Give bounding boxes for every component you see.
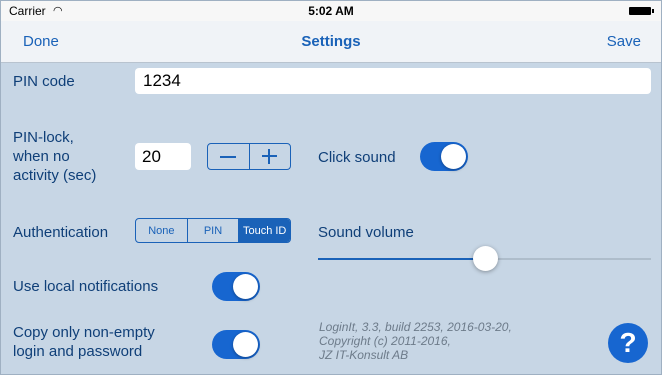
- pin-lock-label-line: activity (sec): [13, 167, 97, 184]
- app-info-line: JZ IT-Konsult AB: [319, 348, 409, 362]
- click-sound-toggle[interactable]: [420, 142, 468, 171]
- copy-nonempty-toggle[interactable]: [212, 330, 260, 359]
- settings-screen: Carrier ◠ 5:02 AM Done Settings Save PIN…: [0, 0, 662, 375]
- copy-nonempty-label-line: Copy only non-empty: [13, 324, 155, 341]
- pin-code-input[interactable]: [135, 68, 651, 94]
- auth-option-touch-id[interactable]: Touch ID: [238, 219, 290, 242]
- increment-button[interactable]: [248, 144, 291, 169]
- authentication-segmented-control: None PIN Touch ID: [135, 218, 291, 243]
- toggle-knob: [233, 274, 258, 299]
- auth-option-pin[interactable]: PIN: [186, 219, 239, 242]
- battery-icon: [629, 7, 654, 15]
- authentication-label: Authentication: [13, 224, 109, 241]
- pin-lock-label: PIN-lock, when no activity (sec): [13, 128, 96, 185]
- local-notifications-label: Use local notifications: [13, 278, 159, 295]
- status-time: 5:02 AM: [308, 4, 354, 18]
- done-button[interactable]: Done: [23, 33, 59, 50]
- app-info-line: LoginIt, 3.3, build 2253, 2016-03-20,: [319, 320, 512, 334]
- pin-lock-label-line: when no: [13, 148, 70, 165]
- status-bar: Carrier ◠ 5:02 AM: [1, 1, 661, 21]
- auth-option-none[interactable]: None: [136, 219, 187, 242]
- app-info: LoginIt, 3.3, build 2253, 2016-03-20, Co…: [319, 320, 512, 362]
- help-button[interactable]: ?: [608, 323, 648, 363]
- copy-nonempty-label: Copy only non-empty login and password: [13, 323, 155, 361]
- plus-icon: [262, 149, 278, 164]
- pin-lock-seconds-input[interactable]: [135, 143, 191, 170]
- slider-thumb[interactable]: [472, 246, 498, 271]
- navigation-bar: Done Settings Save: [1, 21, 661, 63]
- help-icon: ?: [619, 327, 637, 358]
- pin-lock-stepper: [207, 143, 291, 170]
- copy-nonempty-label-line: login and password: [13, 343, 143, 360]
- page-title: Settings: [301, 33, 361, 50]
- toggle-knob: [441, 144, 466, 169]
- sound-volume-label: Sound volume: [318, 224, 414, 241]
- sound-volume-slider[interactable]: [318, 246, 651, 271]
- pin-code-label: PIN code: [13, 73, 75, 90]
- slider-fill: [318, 258, 485, 260]
- toggle-knob: [233, 332, 258, 357]
- save-button[interactable]: Save: [607, 33, 641, 50]
- click-sound-label: Click sound: [318, 149, 396, 166]
- local-notifications-toggle[interactable]: [212, 272, 260, 301]
- decrement-button[interactable]: [208, 144, 249, 169]
- minus-icon: [220, 155, 237, 158]
- app-info-line: Copyright (c) 2011-2016,: [319, 334, 451, 348]
- pin-lock-label-line: PIN-lock,: [13, 129, 74, 146]
